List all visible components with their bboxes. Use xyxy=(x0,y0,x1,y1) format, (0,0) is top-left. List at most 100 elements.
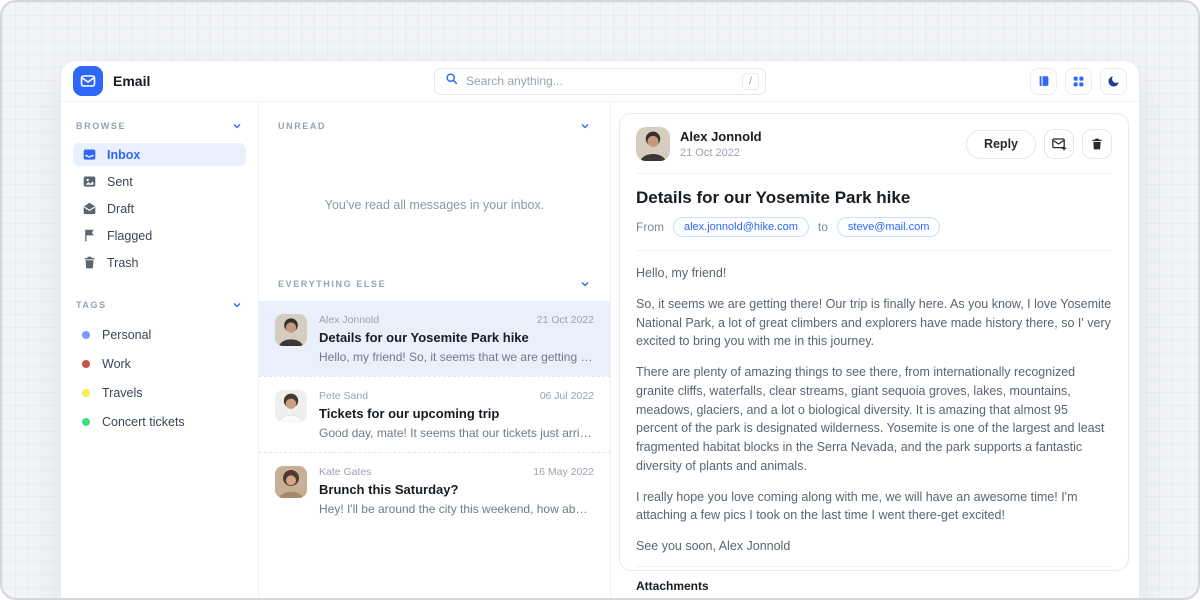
sidebar-item-flagged[interactable]: Flagged xyxy=(73,224,246,247)
browse-nav: Inbox Sent Draft Flagged xyxy=(73,143,246,274)
tag-item-travels[interactable]: Travels xyxy=(73,380,246,405)
to-label: to xyxy=(818,220,828,234)
inbox-icon xyxy=(82,147,97,162)
tag-label: Travels xyxy=(102,386,143,400)
moon-icon xyxy=(1107,74,1121,88)
sidebar-item-inbox[interactable]: Inbox xyxy=(73,143,246,166)
mail-subject: Tickets for our upcoming trip xyxy=(319,406,594,421)
detail-area: Alex Jonnold 21 Oct 2022 Reply xyxy=(611,102,1139,598)
mail-preview: Good day, mate! It seems that our ticket… xyxy=(319,426,594,440)
app-title: Email xyxy=(113,73,150,89)
body-paragraph: See you soon, Alex Jonnold xyxy=(636,537,1112,556)
avatar xyxy=(275,466,307,498)
email-app-window: Email / xyxy=(61,61,1139,598)
mail-sender: Alex Jonnold xyxy=(319,314,379,326)
forward-mail-button[interactable] xyxy=(1044,129,1074,159)
email-body: Hello, my friend! So, it seems we are ge… xyxy=(636,264,1112,567)
to-email-chip[interactable]: steve@mail.com xyxy=(837,217,940,237)
mail-sender: Pete Sand xyxy=(319,390,368,402)
search-icon xyxy=(445,72,458,90)
body-paragraph: Hello, my friend! xyxy=(636,264,1112,283)
trash-icon xyxy=(1090,137,1104,151)
tag-color-dot xyxy=(82,389,90,397)
tags-section-header[interactable]: TAGS xyxy=(73,299,246,311)
chevron-down-icon xyxy=(231,120,243,132)
sent-icon xyxy=(82,174,97,189)
browse-label: BROWSE xyxy=(76,121,126,131)
reply-button[interactable]: Reply xyxy=(966,130,1036,159)
sidebar-item-sent[interactable]: Sent xyxy=(73,170,246,193)
tag-item-work[interactable]: Work xyxy=(73,351,246,376)
list-item-email-pete[interactable]: Pete Sand 06 Jul 2022 Tickets for our up… xyxy=(259,376,610,452)
mail-date: 16 May 2022 xyxy=(533,466,594,478)
sidebar-item-label: Draft xyxy=(107,202,134,216)
tag-label: Concert tickets xyxy=(102,415,185,429)
draft-icon xyxy=(82,201,97,216)
detail-actions: Reply xyxy=(966,129,1112,159)
book-button[interactable] xyxy=(1030,68,1057,95)
email-detail-card: Alex Jonnold 21 Oct 2022 Reply xyxy=(619,113,1129,571)
app-body: BROWSE Inbox Sent Draft xyxy=(61,102,1139,598)
tags-nav: Personal Work Travels Concert ticke xyxy=(73,322,246,434)
envelope-plus-icon xyxy=(1051,136,1067,152)
sidebar-item-trash[interactable]: Trash xyxy=(73,251,246,274)
flag-icon xyxy=(82,228,97,243)
mail-subject: Details for our Yosemite Park hike xyxy=(319,330,594,345)
email-subject: Details for our Yosemite Park hike xyxy=(636,188,1112,208)
from-label: From xyxy=(636,220,664,234)
everything-else-label: EVERYTHING ELSE xyxy=(278,279,386,289)
mail-preview: Hello, my friend! So, it seems that we a… xyxy=(319,350,594,364)
tag-item-personal[interactable]: Personal xyxy=(73,322,246,347)
tags-section: TAGS Personal Work xyxy=(73,299,246,434)
detail-date: 21 Oct 2022 xyxy=(680,147,762,159)
list-item-email-kate[interactable]: Kate Gates 16 May 2022 Brunch this Satur… xyxy=(259,452,610,528)
search-shortcut-badge: / xyxy=(742,73,759,90)
demo-frame: Email / xyxy=(0,0,1200,600)
sidebar: BROWSE Inbox Sent Draft xyxy=(61,102,259,598)
tag-item-concert-tickets[interactable]: Concert tickets xyxy=(73,409,246,434)
chevron-down-icon xyxy=(579,278,591,290)
chevron-down-icon xyxy=(231,299,243,311)
mail-preview: Hey! I'll be around the city this weeken… xyxy=(319,502,594,516)
everything-else-section-header[interactable]: EVERYTHING ELSE xyxy=(259,278,610,290)
dark-mode-button[interactable] xyxy=(1100,68,1127,95)
from-to-row: From alex.jonnold@hike.com to steve@mail… xyxy=(636,217,1112,251)
grid-icon xyxy=(1072,75,1085,88)
sidebar-item-label: Sent xyxy=(107,175,133,189)
body-paragraph: There are plenty of amazing things to se… xyxy=(636,363,1112,476)
search-bar[interactable]: / xyxy=(434,68,766,95)
topbar-actions xyxy=(1030,68,1127,95)
sidebar-item-draft[interactable]: Draft xyxy=(73,197,246,220)
mail-list: Alex Jonnold 21 Oct 2022 Details for our… xyxy=(259,301,610,528)
email-logo-icon xyxy=(73,66,103,96)
unread-section-header[interactable]: UNREAD xyxy=(259,120,610,132)
sidebar-item-label: Inbox xyxy=(107,148,140,162)
mail-subject: Brunch this Saturday? xyxy=(319,482,594,497)
sidebar-item-label: Trash xyxy=(107,256,139,270)
attachments-label: Attachments xyxy=(636,579,1112,593)
book-icon xyxy=(1037,74,1051,88)
attachments-section: Attachments xyxy=(636,579,1112,598)
tag-color-dot xyxy=(82,360,90,368)
avatar xyxy=(275,314,307,346)
tag-color-dot xyxy=(82,331,90,339)
search-input[interactable] xyxy=(466,74,734,88)
chevron-down-icon xyxy=(579,120,591,132)
message-list-column: UNREAD You've read all messages in your … xyxy=(259,102,611,598)
delete-mail-button[interactable] xyxy=(1082,129,1112,159)
tag-label: Personal xyxy=(102,328,151,342)
avatar xyxy=(636,127,670,161)
tag-label: Work xyxy=(102,357,131,371)
list-item-email-alex[interactable]: Alex Jonnold 21 Oct 2022 Details for our… xyxy=(259,301,610,376)
browse-section-header[interactable]: BROWSE xyxy=(73,120,246,132)
trash-icon xyxy=(82,255,97,270)
apps-grid-button[interactable] xyxy=(1065,68,1092,95)
topbar: Email / xyxy=(61,61,1139,102)
mail-sender: Kate Gates xyxy=(319,466,372,478)
tag-color-dot xyxy=(82,418,90,426)
mail-date: 06 Jul 2022 xyxy=(540,390,594,402)
tags-label: TAGS xyxy=(76,300,107,310)
body-paragraph: So, it seems we are getting there! Our t… xyxy=(636,295,1112,351)
from-email-chip[interactable]: alex.jonnold@hike.com xyxy=(673,217,809,237)
inbox-empty-message: You've read all messages in your inbox. xyxy=(259,132,610,278)
